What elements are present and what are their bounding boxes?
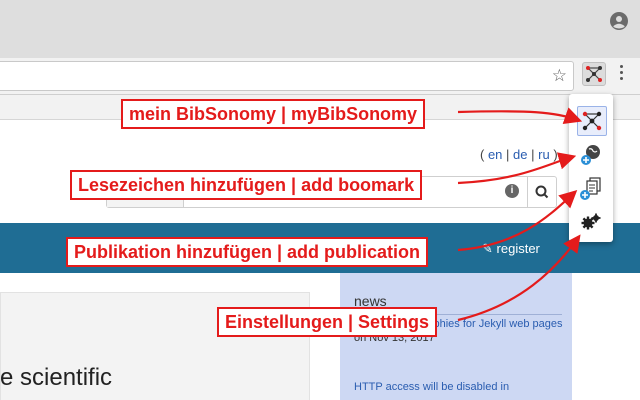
browser-tab-strip: [0, 0, 640, 58]
callout-add-publication: Publikation hinzufügen | add publication: [66, 237, 429, 267]
info-icon[interactable]: i: [505, 184, 519, 198]
bibsonomy-extension-button[interactable]: [582, 62, 606, 86]
address-bar[interactable]: ☆: [0, 61, 574, 91]
bibsonomy-extension-icon: [586, 66, 602, 82]
popup-my-bibsonomy-button[interactable]: [577, 106, 607, 136]
edit-icon: ✎: [482, 241, 493, 256]
news-item: HTTP access will be disabled in: [354, 380, 564, 394]
profile-icon[interactable]: [610, 12, 628, 30]
lang-en-link[interactable]: en: [488, 147, 502, 162]
browser-toolbar: ☆: [0, 58, 640, 95]
globe-plus-icon: [581, 145, 600, 165]
search-icon: [535, 185, 549, 199]
callout-my-bibsonomy: mein BibSonomy | myBibSonomy: [121, 99, 426, 129]
star-icon[interactable]: ☆: [552, 66, 567, 86]
register-link[interactable]: ✎ register: [482, 241, 540, 257]
language-switcher: ( en | de | ru ): [480, 147, 558, 162]
search-button[interactable]: [527, 177, 556, 207]
news-item-link[interactable]: HTTP access will be disabled in: [354, 380, 564, 394]
popup-add-publication-button[interactable]: [577, 174, 605, 202]
gears-icon: [581, 213, 601, 230]
menu-icon[interactable]: [614, 62, 628, 86]
callout-add-bookmark: Lesezeichen hinzufügen | add boomark: [70, 170, 423, 200]
page-headline: e scientific: [0, 364, 113, 391]
document-plus-icon: [580, 177, 601, 200]
register-label: register: [496, 241, 540, 256]
popup-settings-button[interactable]: [577, 208, 605, 236]
network-icon: [582, 111, 602, 131]
lang-ru-link[interactable]: ru: [538, 147, 550, 162]
popup-add-bookmark-button[interactable]: [577, 140, 605, 168]
callout-settings: Einstellungen | Settings: [217, 307, 438, 337]
extension-popup: [569, 94, 613, 242]
lang-de-link[interactable]: de: [513, 147, 527, 162]
